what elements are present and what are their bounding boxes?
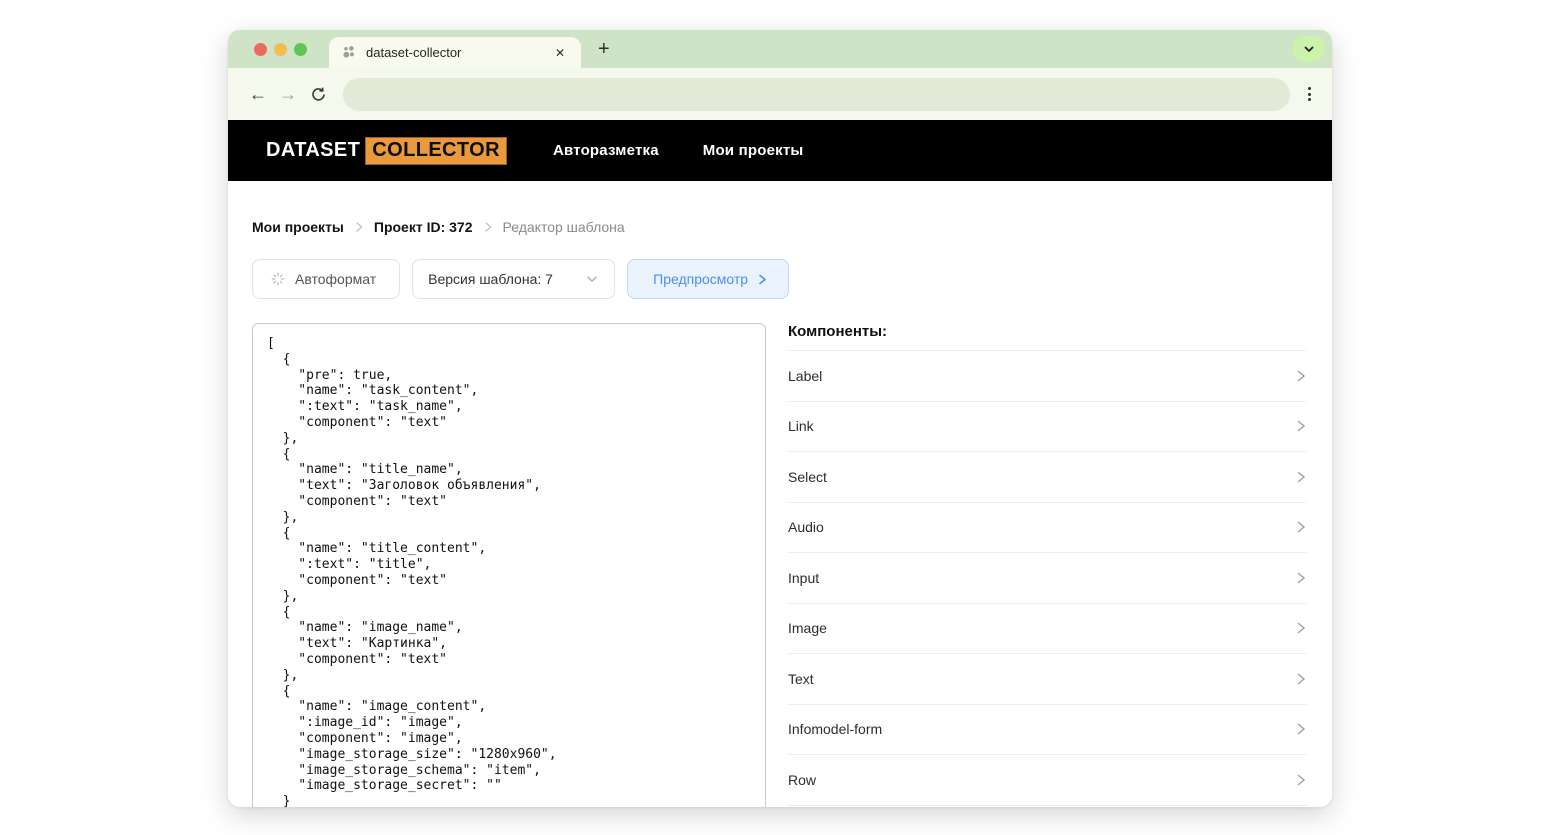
maximize-window-button[interactable] (294, 42, 307, 56)
browser-menu-button[interactable] (1302, 87, 1317, 101)
component-label: Label (788, 367, 823, 384)
component-item-infomodel-form[interactable]: Infomodel-form (788, 705, 1307, 755)
main-area: [ { "pre": true, "name": "task_content",… (252, 323, 1307, 807)
component-label: Row (788, 771, 817, 788)
preview-button[interactable]: Предпросмотр (627, 259, 790, 299)
component-label: Link (788, 418, 814, 435)
component-item-select[interactable]: Select (788, 452, 1307, 503)
autoformat-button[interactable]: Автоформат (252, 259, 401, 299)
chevron-down-icon (587, 276, 597, 282)
chevron-right-icon (354, 221, 364, 233)
template-version-label: Версия шаблона: 7 (428, 271, 553, 287)
component-item-label[interactable]: Label (788, 351, 1307, 402)
breadcrumb-project-id[interactable]: Проект ID: 372 (374, 219, 473, 235)
menu-dot (1308, 87, 1311, 90)
chevron-right-icon (1295, 470, 1307, 484)
page-content: Мои проекты Проект ID: 372 Редактор шабл… (228, 181, 1332, 807)
tab-strip: dataset-collector ✕ + (228, 30, 1332, 68)
chevron-right-icon (759, 274, 766, 284)
component-item-row[interactable]: Row (788, 755, 1307, 806)
forward-button[interactable]: → (273, 85, 303, 103)
browser-toolbar: ← → (228, 68, 1332, 120)
favicon-dots-icon (343, 46, 354, 58)
tab-close-icon[interactable]: ✕ (552, 44, 568, 62)
site-nav: Авторазметка Мои проекты (553, 142, 803, 159)
nav-item-my-projects[interactable]: Мои проекты (703, 142, 804, 159)
component-label: Select (788, 468, 827, 485)
component-item-link[interactable]: Link (788, 402, 1307, 452)
web-page: DATASET COLLECTOR Авторазметка Мои проек… (228, 120, 1332, 807)
reload-icon (311, 87, 325, 101)
component-label: Input (788, 569, 820, 586)
breadcrumb-template-editor: Редактор шаблона (502, 219, 625, 235)
breadcrumb: Мои проекты Проект ID: 372 Редактор шабл… (252, 217, 1307, 237)
minimize-window-button[interactable] (274, 42, 287, 56)
breadcrumb-my-projects[interactable]: Мои проекты (252, 219, 344, 235)
chevron-right-icon (1295, 369, 1307, 383)
template-json-editor[interactable]: [ { "pre": true, "name": "task_content",… (252, 323, 766, 807)
preview-label: Предпросмотр (653, 271, 749, 287)
component-item-input[interactable]: Input (788, 553, 1307, 604)
menu-dot (1308, 92, 1311, 96)
components-panel: Компоненты: Label Link Select Audio Inpu… (788, 323, 1307, 807)
chevron-right-icon (1295, 520, 1307, 534)
template-version-select[interactable]: Версия шаблона: 7 (412, 259, 616, 299)
chevron-right-icon (1295, 722, 1307, 736)
site-header: DATASET COLLECTOR Авторазметка Мои проек… (228, 120, 1332, 181)
address-bar-input[interactable] (343, 77, 1290, 111)
chevron-right-icon (1295, 672, 1307, 686)
component-item-image[interactable]: Image (788, 604, 1307, 654)
component-item-audio[interactable]: Audio (788, 503, 1307, 553)
logo-text-collector: COLLECTOR (365, 136, 507, 165)
browser-tab[interactable]: dataset-collector ✕ (329, 37, 581, 68)
chevron-right-icon (1295, 773, 1307, 787)
tab-list-dropdown-button[interactable] (1292, 36, 1325, 62)
browser-window: dataset-collector ✕ + ← → DATASET COLLEC… (228, 30, 1332, 807)
component-item-text[interactable]: Text (788, 654, 1307, 705)
chevron-down-icon (1304, 46, 1313, 52)
nav-item-automarkup[interactable]: Авторазметка (553, 142, 659, 159)
chevron-right-icon (1295, 571, 1307, 585)
component-label: Infomodel-form (788, 721, 883, 738)
chevron-right-icon (1295, 419, 1307, 433)
close-window-button[interactable] (254, 42, 267, 56)
template-json-code: [ { "pre": true, "name": "task_content",… (267, 336, 557, 807)
menu-dot (1308, 98, 1311, 101)
logo-text-dataset: DATASET (266, 139, 361, 161)
site-logo[interactable]: DATASET COLLECTOR (266, 136, 507, 165)
reload-button[interactable] (303, 86, 333, 103)
chevron-right-icon (1295, 621, 1307, 635)
chevron-right-icon (483, 221, 493, 233)
traffic-lights (254, 42, 307, 56)
autoformat-label: Автоформат (295, 271, 377, 287)
component-label: Image (788, 620, 827, 637)
component-label: Audio (788, 519, 824, 536)
component-label: Text (788, 670, 814, 687)
tab-title: dataset-collector (366, 45, 462, 60)
sparkle-icon (271, 272, 285, 286)
editor-toolbar: Автоформат Версия шаблона: 7 Предпросмот… (252, 259, 1307, 299)
new-tab-button[interactable]: + (598, 39, 610, 59)
back-button[interactable]: ← (243, 85, 273, 103)
components-heading: Компоненты: (788, 323, 1307, 351)
